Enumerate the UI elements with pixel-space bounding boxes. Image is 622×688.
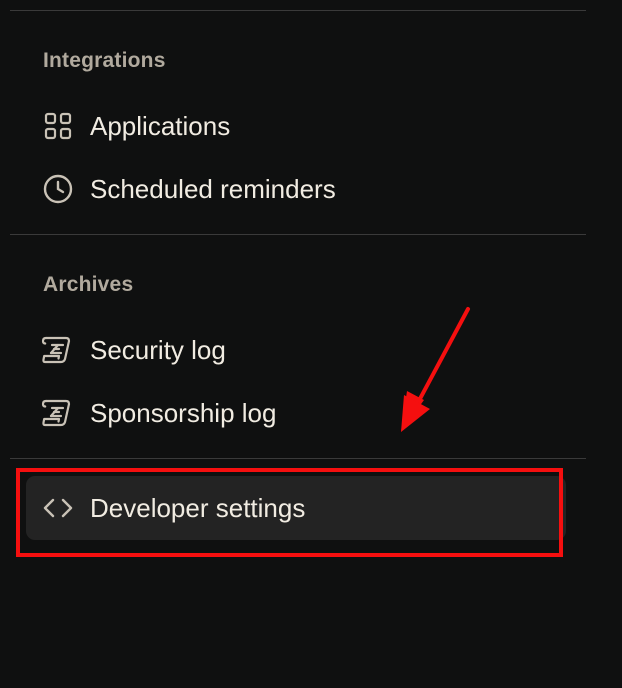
- section-divider: [10, 234, 586, 235]
- sidebar-item-label: Security log: [90, 334, 226, 365]
- section-title-archives: Archives: [43, 273, 134, 296]
- log-icon: [41, 334, 74, 366]
- code-icon: [42, 492, 74, 524]
- section-title-integrations: Integrations: [43, 49, 166, 72]
- settings-sidebar: Integrations Applications Scheduled remi…: [0, 0, 622, 688]
- sidebar-item-label: Sponsorship log: [90, 397, 277, 428]
- sidebar-item-scheduled-reminders[interactable]: Scheduled reminders: [26, 159, 566, 219]
- sidebar-item-label: Scheduled reminders: [90, 173, 336, 204]
- apps-grid-icon: [42, 110, 74, 142]
- section-divider: [10, 458, 586, 459]
- log-icon: [41, 397, 74, 429]
- sidebar-item-label: Developer settings: [90, 492, 306, 523]
- sidebar-item-security-log[interactable]: Security log: [26, 320, 566, 380]
- top-divider: [10, 10, 586, 11]
- sidebar-item-sponsorship-log[interactable]: Sponsorship log: [26, 383, 566, 443]
- sidebar-item-developer-settings[interactable]: Developer settings: [26, 476, 566, 540]
- clock-icon: [42, 173, 74, 205]
- sidebar-item-applications[interactable]: Applications: [26, 96, 566, 156]
- sidebar-item-label: Applications: [90, 110, 231, 141]
